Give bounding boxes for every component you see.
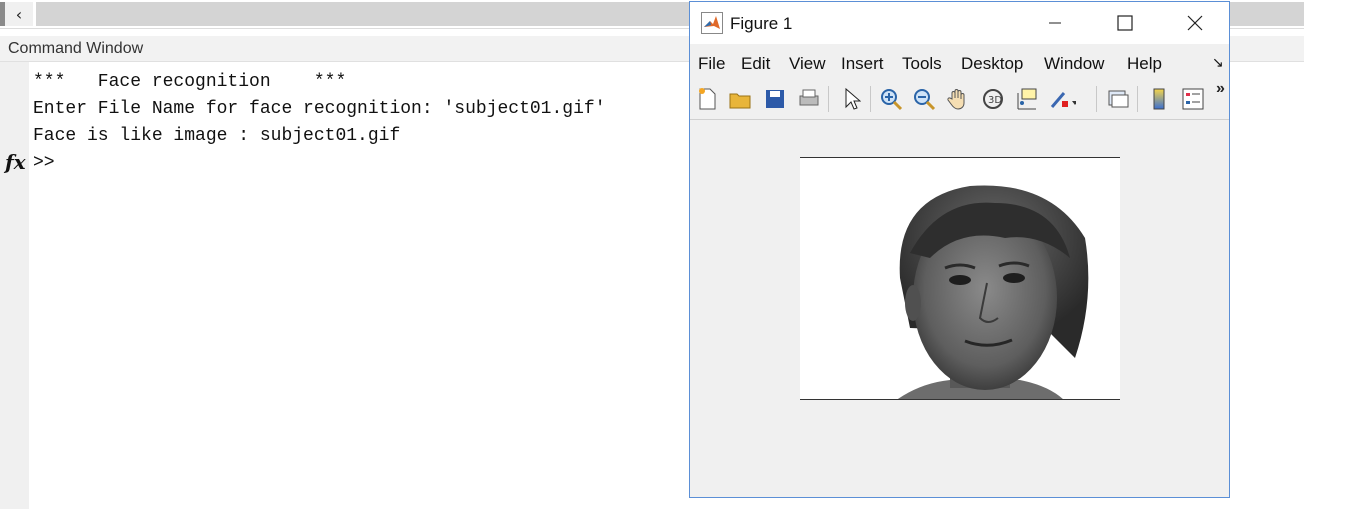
figure-toolbar: 3D » [690,80,1229,120]
output-line: Enter File Name for face recognition: 's… [33,99,606,119]
open-file-icon[interactable] [726,85,754,113]
dock-arrow-icon[interactable]: ↘ [1212,54,1224,71]
rotate-3d-icon[interactable]: 3D [979,85,1007,113]
legend-icon[interactable] [1179,85,1207,113]
new-figure-icon[interactable] [693,85,721,113]
menu-view[interactable]: View [789,54,826,74]
print-icon[interactable] [795,85,823,113]
figure-menubar: File Edit View Insert Tools Desktop Wind… [690,44,1229,78]
scroll-left-button[interactable]: ‹ [0,2,33,26]
link-plot-icon[interactable] [1104,85,1132,113]
command-prompt[interactable]: >> [33,153,55,173]
figure-window[interactable]: Figure 1 File Edit View Insert Tools Des… [689,1,1230,498]
close-icon [1187,15,1203,31]
toolbar-overflow-icon[interactable]: » [1216,80,1225,98]
output-line: *** Face recognition *** [33,72,347,92]
save-icon[interactable] [761,85,789,113]
menu-edit[interactable]: Edit [741,54,770,74]
chevron-left-icon: ‹ [15,4,23,24]
output-line: Face is like image : subject01.gif [33,126,401,146]
brush-icon[interactable] [1048,85,1076,113]
menu-insert[interactable]: Insert [841,54,884,74]
colorbar-icon[interactable] [1145,85,1173,113]
maximize-button[interactable] [1102,2,1148,44]
pointer-icon[interactable] [837,85,865,113]
menu-desktop[interactable]: Desktop [961,54,1023,74]
command-window-gutter [0,62,29,509]
menu-window[interactable]: Window [1044,54,1104,74]
pan-hand-icon[interactable] [944,85,972,113]
minimize-button[interactable] [1032,2,1078,44]
figure-titlebar[interactable]: Figure 1 [690,2,1229,44]
svg-text:3D: 3D [988,95,1002,106]
zoom-out-icon[interactable] [910,85,938,113]
face-image [800,158,1120,399]
menu-file[interactable]: File [698,54,725,74]
image-axes[interactable] [800,157,1120,400]
close-button[interactable] [1172,2,1218,44]
figure-title: Figure 1 [730,14,793,33]
menu-tools[interactable]: Tools [902,54,942,74]
function-browser-icon[interactable]: fx [5,150,26,174]
matlab-logo-icon [701,12,723,34]
data-cursor-icon[interactable] [1012,85,1040,113]
minimize-icon [1049,22,1061,24]
maximize-icon [1117,15,1133,31]
menu-help[interactable]: Help [1127,54,1162,74]
command-window-title: Command Window [8,40,144,57]
zoom-in-icon[interactable] [877,85,905,113]
